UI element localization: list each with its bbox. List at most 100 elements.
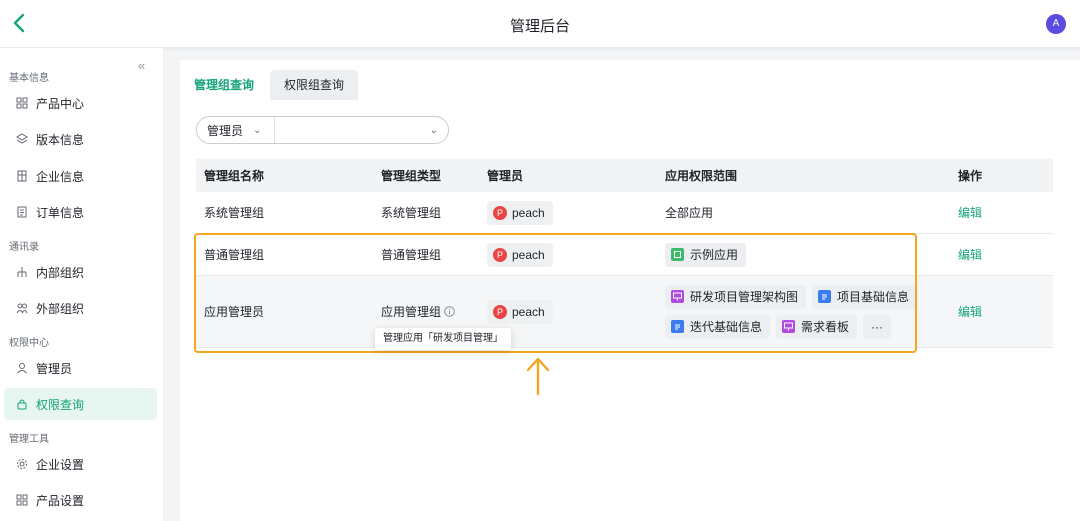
document-icon bbox=[16, 206, 28, 218]
sidebar-item-enterprise-info[interactable]: 企业信息 bbox=[4, 160, 157, 192]
sidebar-item-product-settings[interactable]: 产品设置 bbox=[4, 484, 157, 516]
admin-avatar: P bbox=[493, 247, 507, 262]
group-name: 普通管理组 bbox=[204, 248, 265, 262]
info-icon[interactable] bbox=[444, 306, 455, 317]
tooltip: 管理应用「研发项目管理」 bbox=[375, 328, 511, 350]
app-chip[interactable]: 项目基础信息 bbox=[812, 284, 918, 309]
admin-avatar: P bbox=[493, 205, 507, 220]
gear-icon bbox=[16, 458, 28, 470]
table-row: 普通管理组 普通管理组 P peach 示例应用 编辑 bbox=[196, 234, 1053, 276]
filter-field-label: 管理员 bbox=[207, 123, 244, 138]
chevron-down-icon: ⌄ bbox=[429, 124, 438, 136]
edit-link[interactable]: 编辑 bbox=[958, 234, 982, 275]
users-icon bbox=[16, 302, 28, 314]
user-icon bbox=[16, 362, 28, 374]
table-header: 管理组名称 管理组类型 管理员 应用权限范围 操作 bbox=[196, 159, 1053, 192]
tab-admin-group-query[interactable]: 管理组查询 bbox=[180, 70, 269, 100]
app-chip[interactable]: 需求看板 bbox=[776, 314, 858, 339]
lock-icon bbox=[16, 398, 28, 410]
group-type: 系统管理组 bbox=[381, 206, 442, 220]
filter-value-select[interactable]: ⌄ bbox=[275, 117, 448, 143]
top-bar: 管理后台 A bbox=[0, 0, 1080, 48]
sidebar-item-label: 产品设置 bbox=[36, 493, 85, 508]
sidebar-item-internal-org[interactable]: 内部组织 bbox=[4, 256, 157, 288]
column-header: 应用权限范围 bbox=[665, 169, 738, 183]
app-chip-line: 研发项目管理架构图 项目基础信息 bbox=[665, 284, 923, 309]
sidebar-item-label: 订单信息 bbox=[36, 205, 85, 220]
group-name: 系统管理组 bbox=[204, 206, 265, 220]
grid-icon bbox=[16, 494, 28, 506]
app-chip[interactable]: 迭代基础信息 bbox=[665, 314, 771, 339]
monitor-icon bbox=[671, 290, 684, 303]
sidebar-item-label: 版本信息 bbox=[36, 132, 85, 147]
chevron-down-icon: ⌄ bbox=[253, 124, 262, 136]
app-label: 迭代基础信息 bbox=[690, 320, 763, 334]
tab-permission-group-query[interactable]: 权限组查询 bbox=[270, 70, 359, 100]
grid-icon bbox=[16, 97, 28, 109]
admin-name: peach bbox=[512, 205, 545, 220]
sidebar-item-enterprise-settings[interactable]: 企业设置 bbox=[4, 448, 157, 480]
app-chip[interactable]: 示例应用 bbox=[665, 242, 747, 267]
group-name: 应用管理员 bbox=[204, 305, 265, 319]
more-apps-button[interactable]: ··· bbox=[863, 314, 892, 339]
layers-icon bbox=[16, 133, 28, 145]
app-chip-line: 迭代基础信息 需求看板 ··· bbox=[665, 314, 897, 339]
monitor-icon bbox=[782, 320, 796, 333]
arrow-up-icon bbox=[526, 357, 550, 396]
column-header: 管理员 bbox=[487, 169, 524, 183]
column-header: 管理组类型 bbox=[381, 169, 442, 183]
document-icon bbox=[818, 290, 832, 303]
section-title-contacts: 通讯录 bbox=[9, 242, 39, 253]
filter-field-select[interactable]: 管理员 ⌄ bbox=[197, 117, 275, 143]
sidebar-item-label: 权限查询 bbox=[36, 397, 85, 412]
sidebar-item-admin[interactable]: 管理员 bbox=[4, 352, 157, 384]
collapse-sidebar-icon[interactable]: « bbox=[138, 58, 145, 73]
sidebar-item-permission-query[interactable]: 权限查询 bbox=[4, 388, 157, 420]
edit-link[interactable]: 编辑 bbox=[958, 276, 982, 347]
sidebar-item-label: 管理员 bbox=[36, 361, 73, 376]
column-header: 管理组名称 bbox=[204, 169, 265, 183]
admin-name: peach bbox=[512, 247, 545, 262]
group-type: 应用管理组 bbox=[381, 305, 442, 319]
sidebar-item-label: 产品中心 bbox=[36, 96, 85, 111]
user-avatar[interactable]: A bbox=[1046, 14, 1066, 34]
section-title-basic: 基本信息 bbox=[9, 73, 49, 84]
app-label: 研发项目管理架构图 bbox=[690, 290, 799, 304]
page-title: 管理后台 bbox=[509, 18, 570, 35]
section-title-permission: 权限中心 bbox=[9, 338, 49, 349]
document-icon bbox=[671, 320, 684, 333]
sidebar-item-label: 企业设置 bbox=[36, 457, 85, 472]
section-title-tools: 管理工具 bbox=[9, 434, 49, 445]
admin-group-table: 管理组名称 管理组类型 管理员 应用权限范围 操作 系统管理组 系统管理组 P … bbox=[196, 159, 1053, 348]
group-type: 普通管理组 bbox=[381, 248, 442, 262]
scope-apps: 研发项目管理架构图 项目基础信息 迭代基础信息 需求看板 ··· bbox=[665, 276, 923, 347]
app-label: 示例应用 bbox=[690, 248, 739, 262]
sidebar-item-order-info[interactable]: 订单信息 bbox=[4, 196, 157, 228]
org-chart-icon bbox=[16, 266, 28, 278]
admin-tag[interactable]: P peach bbox=[487, 299, 553, 324]
app-label: 项目基础信息 bbox=[837, 290, 910, 304]
app-chip[interactable]: 研发项目管理架构图 bbox=[665, 284, 807, 309]
admin-tag[interactable]: P peach bbox=[487, 242, 553, 267]
table-row: 系统管理组 系统管理组 P peach 全部应用 编辑 bbox=[196, 192, 1053, 234]
edit-link[interactable]: 编辑 bbox=[958, 192, 982, 233]
sidebar-item-label: 企业信息 bbox=[36, 169, 85, 184]
sidebar-item-external-org[interactable]: 外部组织 bbox=[4, 292, 157, 324]
sidebar-item-label: 外部组织 bbox=[36, 301, 85, 316]
admin-avatar: P bbox=[493, 304, 507, 319]
table-row: 应用管理员 应用管理组 P peach 研发项目管理架构图 项目基础信息 迭代基… bbox=[196, 276, 1053, 348]
admin-cell: P peach bbox=[487, 192, 553, 233]
admin-tag[interactable]: P peach bbox=[487, 200, 553, 225]
sidebar: « 基本信息 产品中心 版本信息 企业信息 订单信息 通讯录 内部组织 外部组织… bbox=[0, 48, 163, 521]
sidebar-item-product-center[interactable]: 产品中心 bbox=[4, 87, 157, 119]
sidebar-item-label: 内部组织 bbox=[36, 265, 85, 280]
tab-bar: 管理组查询 权限组查询 bbox=[180, 70, 360, 100]
column-header: 操作 bbox=[958, 169, 983, 183]
main-panel: 管理组查询 权限组查询 管理员 ⌄ ⌄ 管理组名称 管理组类型 管理员 应用权限… bbox=[180, 60, 1080, 521]
app-square-icon bbox=[671, 248, 684, 261]
scope-text: 全部应用 bbox=[665, 206, 714, 220]
scope-apps: 示例应用 bbox=[665, 234, 752, 275]
sidebar-item-version-info[interactable]: 版本信息 bbox=[4, 123, 157, 155]
admin-cell: P peach bbox=[487, 234, 553, 275]
admin-name: peach bbox=[512, 304, 545, 319]
